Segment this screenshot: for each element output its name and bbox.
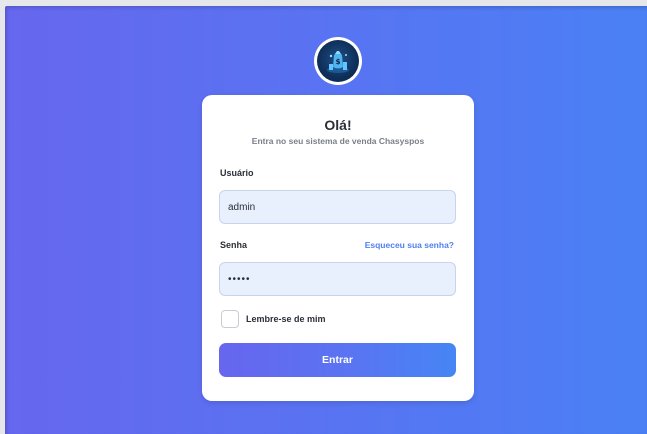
password-input[interactable] [219, 262, 456, 296]
forgot-password-link[interactable]: Esqueceu sua senha? [365, 240, 454, 250]
page-title: Olá! [324, 117, 352, 133]
password-label: Senha [220, 240, 248, 250]
login-button[interactable]: Entrar [219, 343, 456, 377]
username-input[interactable] [219, 190, 456, 224]
remember-me-checkbox[interactable] [221, 310, 239, 328]
remember-me-label: Lembre-se de mim [246, 314, 326, 324]
login-background: $ Olá! Entra no seu sistema de venda Cha… [5, 6, 647, 434]
money-bag-logo-icon: $ [317, 40, 359, 82]
svg-text:$: $ [336, 58, 341, 66]
page-subtitle: Entra no seu sistema de venda Chasyspos [251, 136, 425, 146]
username-label: Usuário [220, 168, 254, 178]
remember-me: Lembre-se de mim [221, 310, 326, 328]
login-card: Olá! Entra no seu sistema de venda Chasy… [202, 95, 474, 401]
app-logo: $ [314, 37, 362, 85]
